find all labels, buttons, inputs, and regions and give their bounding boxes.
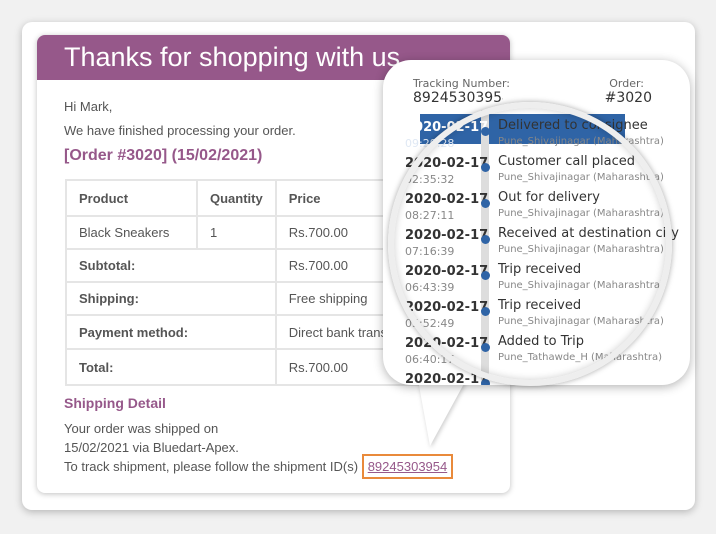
event-date: 2020-02-17 bbox=[405, 156, 489, 171]
ship-line-3: To track shipment, please follow the shi… bbox=[64, 454, 454, 479]
header-quantity: Quantity bbox=[196, 179, 277, 217]
timeline-event: 2020-02-17 09:29:28 Delivered to consign… bbox=[383, 118, 690, 156]
timeline-dot-icon bbox=[481, 199, 490, 208]
event-status: Received at destination city bbox=[498, 226, 679, 241]
event-status: Added to Trip bbox=[498, 334, 584, 349]
event-date: 2020-02-17 bbox=[405, 336, 489, 351]
shipping-heading: Shipping Detail bbox=[64, 395, 166, 411]
event-time: 06:40:17 bbox=[405, 353, 455, 366]
timeline-event: 2020-02-17 07:16:39 Received at destinat… bbox=[383, 226, 690, 264]
tracking-label: Tracking Number: bbox=[413, 77, 510, 90]
payment-label: Payment method: bbox=[65, 314, 277, 350]
product-quantity: 1 bbox=[196, 215, 277, 250]
event-date: 2020-02-17 bbox=[405, 120, 489, 135]
order-label: Order: bbox=[609, 77, 644, 90]
timeline-dot-icon bbox=[481, 379, 490, 385]
event-status: Trip received bbox=[498, 298, 582, 313]
timeline-event: 2020-02-17 06:43:39 Trip received Pune_S… bbox=[383, 262, 690, 300]
ship-line-3-text: To track shipment, please follow the shi… bbox=[64, 459, 359, 474]
event-time: 09:29:28 bbox=[405, 137, 455, 150]
event-time: 06:43:39 bbox=[405, 281, 455, 294]
header-product: Product bbox=[65, 179, 198, 217]
timeline-event: 2020-02-17 02:35:32 Customer call placed… bbox=[383, 154, 690, 192]
event-date: 2020-02-17 bbox=[405, 372, 489, 385]
event-date: 2020-02-17 bbox=[405, 192, 489, 207]
timeline-event: 2020-02-17 08:27:11 Out for delivery Pun… bbox=[383, 190, 690, 228]
shipment-id-link[interactable]: 89245303954 bbox=[361, 454, 454, 479]
ship-line-1: Your order was shipped on bbox=[64, 421, 219, 436]
event-time: 08:27:11 bbox=[405, 209, 455, 222]
event-status: Out for delivery bbox=[498, 190, 600, 205]
event-location: Pune_Shivajinagar (Maharashtra) bbox=[498, 244, 664, 255]
order-number: #3020 bbox=[604, 90, 652, 106]
order-heading: [Order #3020] (15/02/2021) bbox=[64, 147, 263, 164]
tracking-popup: Tracking Number: 89245303954 Order: #302… bbox=[383, 60, 690, 385]
event-location: Pune_Shivajinagar (Maharashtra) bbox=[498, 136, 664, 147]
event-location: Pune_Shivajinagar (Maharashtra) bbox=[498, 172, 664, 183]
ship-line-2: 15/02/2021 via Bluedart-Apex. bbox=[64, 440, 239, 455]
event-date: 2020-02-17 bbox=[405, 300, 489, 315]
callout-pointer bbox=[418, 380, 466, 446]
timeline-dot-icon bbox=[481, 235, 490, 244]
product-name: Black Sneakers bbox=[65, 215, 198, 250]
event-location: Pune_Shivajinagar (Maharashtra) bbox=[498, 316, 664, 327]
greeting: Hi Mark, bbox=[64, 99, 113, 114]
timeline-event: 2020-02-17 05:52:49 Trip received Pune_S… bbox=[383, 298, 690, 336]
tracking-number: 89245303954 bbox=[413, 90, 503, 106]
event-date: 2020-02-17 bbox=[405, 228, 489, 243]
event-status: Delivered to consignee bbox=[498, 118, 648, 133]
event-location: Pune_Shivajinagar (Maharashtra) bbox=[498, 208, 664, 219]
event-status: Customer call placed bbox=[498, 154, 635, 169]
shipping-label: Shipping: bbox=[65, 281, 277, 316]
event-status: Trip received bbox=[498, 262, 582, 277]
intro-text: We have finished processing your order. bbox=[64, 123, 296, 138]
timeline-dot-icon bbox=[481, 163, 490, 172]
event-date: 2020-02-17 bbox=[405, 264, 489, 279]
timeline-dot-icon bbox=[481, 307, 490, 316]
subtotal-label: Subtotal: bbox=[65, 248, 277, 283]
timeline-dot-icon bbox=[481, 127, 490, 136]
total-label: Total: bbox=[65, 348, 277, 386]
timeline-event: 2020-02-17 06:40:17 Added to Trip Pune_T… bbox=[383, 334, 690, 372]
timeline-event: 2020-02-17 04:54:10 Pune_Tathawde_H (Mah… bbox=[383, 372, 690, 385]
timeline-dot-icon bbox=[481, 271, 490, 280]
timeline-dot-icon bbox=[481, 343, 490, 352]
event-time: 02:35:32 bbox=[405, 173, 455, 186]
event-time: 05:52:49 bbox=[405, 317, 455, 330]
event-time: 07:16:39 bbox=[405, 245, 455, 258]
event-location: Pune_Tathawde_H (Maharashtra) bbox=[498, 352, 662, 363]
event-location: Pune_Shivajinagar (Maharashtra) bbox=[498, 280, 664, 291]
